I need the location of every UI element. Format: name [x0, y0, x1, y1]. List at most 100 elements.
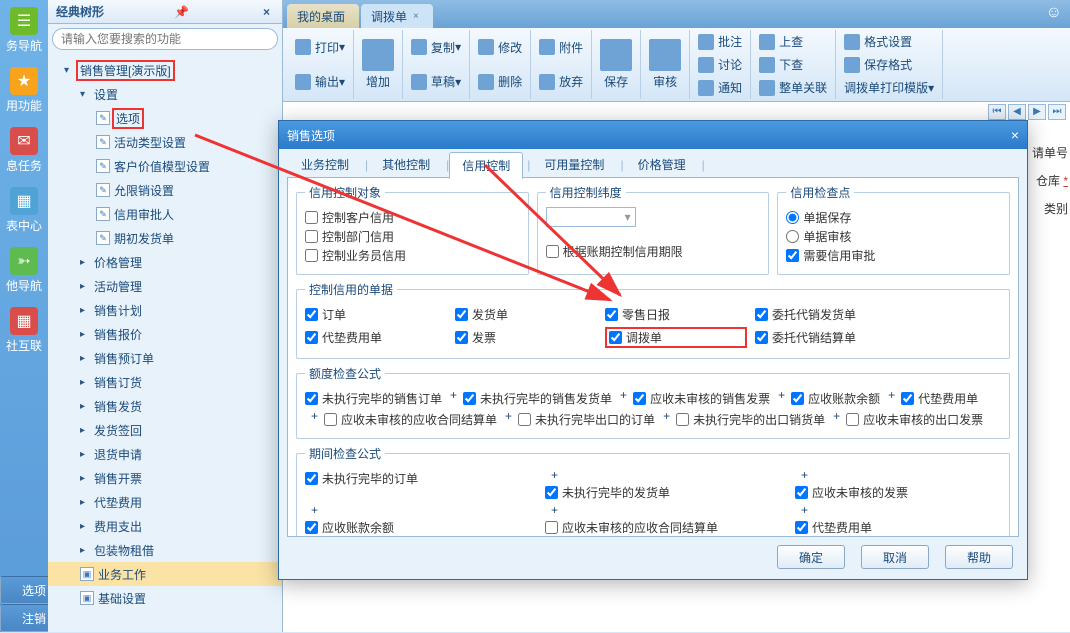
nav-item[interactable]: ➳他导航 [0, 240, 48, 300]
chk-retail[interactable]: 零售日报 [605, 306, 747, 323]
chk-q-c[interactable]: 应收未审核的销售发票 [633, 390, 770, 407]
prev-icon[interactable]: ◀ [1008, 104, 1026, 120]
delete-button[interactable]: 删除 [474, 71, 526, 92]
chk-q-f[interactable]: 应收未审核的应收合同结算单 [324, 411, 497, 428]
dtab-avail[interactable]: 可用量控制 [532, 152, 616, 177]
chk-invoice[interactable]: 发票 [455, 327, 597, 348]
ok-button[interactable]: 确定 [777, 545, 845, 569]
abandon-button[interactable]: 放弃 [535, 71, 587, 92]
upq-button[interactable]: 上查 [755, 31, 831, 52]
tree-item[interactable]: ✎期初发货单 [48, 226, 282, 250]
help-button[interactable]: 帮助 [945, 545, 1013, 569]
tree-item[interactable]: ✎活动类型设置 [48, 130, 282, 154]
chk-order[interactable]: 订单 [305, 306, 447, 323]
chk-p-a[interactable]: 未执行完毕的订单 [305, 470, 543, 487]
tree-group[interactable]: ▸代垫费用 [48, 490, 282, 514]
nav-item[interactable]: ▦社互联 [0, 300, 48, 360]
nav-item[interactable]: ★用功能 [0, 60, 48, 120]
chk-p-e[interactable]: 应收未审核的应收合同结算单 [545, 519, 793, 536]
tree-group[interactable]: ▸活动管理 [48, 274, 282, 298]
chk-dept-credit[interactable]: 控制部门信用 [305, 228, 512, 245]
output-button[interactable]: 输出 ▾ [291, 71, 349, 92]
chk-q-d[interactable]: 应收账款余额 [791, 390, 880, 407]
nav-item[interactable]: ▦表中心 [0, 180, 48, 240]
chk-p-c[interactable]: 应收未审核的发票 [795, 484, 999, 501]
tree-option[interactable]: ✎选项 [48, 106, 282, 130]
nav-item[interactable]: ☰务导航 [0, 0, 48, 60]
next-icon[interactable]: ▶ [1028, 104, 1046, 120]
tab-transfer[interactable]: 调拨单× [361, 4, 433, 28]
draft-button[interactable]: 草稿 ▾ [407, 71, 465, 92]
chk-q-g[interactable]: 未执行完毕出口的订单 [518, 411, 655, 428]
dim-dropdown[interactable]: ▾ [546, 207, 636, 227]
chk-q-h[interactable]: 未执行完毕的出口销货单 [676, 411, 825, 428]
close-icon[interactable]: × [259, 5, 274, 19]
tpl-button[interactable]: 调拨单打印模版 ▾ [840, 77, 938, 98]
dtab-price[interactable]: 价格管理 [626, 152, 698, 177]
chk-period[interactable]: 根据账期控制信用期限 [546, 243, 753, 260]
tree-group[interactable]: ▸包装物租借 [48, 538, 282, 562]
fmt-button[interactable]: 格式设置 [840, 31, 938, 52]
tab-desktop[interactable]: 我的桌面 [287, 4, 359, 28]
tree-group[interactable]: ▸销售订货 [48, 370, 282, 394]
dialog-title-bar[interactable]: 销售选项 × [279, 121, 1027, 149]
chk-q-e[interactable]: 代垫费用单 [901, 390, 978, 407]
tree-item[interactable]: ✎允限销设置 [48, 178, 282, 202]
tree-item[interactable]: ✎信用审批人 [48, 202, 282, 226]
tree-group[interactable]: ▸费用支出 [48, 514, 282, 538]
add-button[interactable]: 增加 [358, 37, 398, 92]
copy-button[interactable]: 复制 ▾ [407, 37, 465, 58]
close-icon[interactable]: × [413, 11, 419, 22]
dtab-credit[interactable]: 信用控制 [449, 152, 523, 179]
chk-p-d[interactable]: 应收账款余额 [305, 519, 543, 536]
dtab-biz[interactable]: 业务控制 [289, 152, 361, 177]
tree-group[interactable]: ▸退货申请 [48, 442, 282, 466]
audit-button[interactable]: 审核 [645, 37, 685, 92]
tree-settings[interactable]: ▾设置 [48, 82, 282, 106]
chk-emp-credit[interactable]: 控制业务员信用 [305, 247, 512, 264]
chk-q-b[interactable]: 未执行完毕的销售发货单 [463, 390, 612, 407]
tree-item[interactable]: ✎客户价值模型设置 [48, 154, 282, 178]
chk-q-a[interactable]: 未执行完毕的销售订单 [305, 390, 442, 407]
first-icon[interactable]: ⏮ [988, 104, 1006, 120]
smiley-icon[interactable]: ☺ [1046, 4, 1062, 22]
chk-transfer[interactable]: 调拨单 [605, 327, 747, 348]
last-icon[interactable]: ⏭ [1048, 104, 1066, 120]
chk-consign-settle[interactable]: 委托代销结算单 [755, 327, 993, 348]
chk-delivery[interactable]: 发货单 [455, 306, 597, 323]
save-button[interactable]: 保存 [596, 37, 636, 92]
downq-button[interactable]: 下查 [755, 54, 831, 75]
print-button[interactable]: 打印 ▾ [291, 37, 349, 58]
rad-audit[interactable]: 单据审核 [786, 228, 993, 245]
tree-group[interactable]: ▸价格管理 [48, 250, 282, 274]
batch-button[interactable]: 批注 [694, 31, 746, 52]
tree-group[interactable]: ▸销售预订单 [48, 346, 282, 370]
chk-p-b[interactable]: 未执行完毕的发货单 [545, 484, 793, 501]
tree-base[interactable]: ▣基础设置 [48, 586, 282, 610]
attach-button[interactable]: 附件 [535, 37, 587, 58]
savefmt-button[interactable]: 保存格式 [840, 54, 938, 75]
chk-need-approve[interactable]: 需要信用审批 [786, 247, 993, 264]
cancel-button[interactable]: 取消 [861, 545, 929, 569]
chk-advance[interactable]: 代垫费用单 [305, 327, 447, 348]
rad-save[interactable]: 单据保存 [786, 209, 993, 226]
tree-group[interactable]: ▸销售计划 [48, 298, 282, 322]
search-input[interactable] [52, 28, 278, 50]
tree-group[interactable]: ▸发货签回 [48, 418, 282, 442]
nav-item[interactable]: ✉息任务 [0, 120, 48, 180]
tree-root[interactable]: ▾销售管理[演示版] [48, 58, 282, 82]
tree-group[interactable]: ▸销售报价 [48, 322, 282, 346]
rel-button[interactable]: 整单关联 [755, 77, 831, 98]
discuss-button[interactable]: 讨论 [694, 54, 746, 75]
chk-consign[interactable]: 委托代销发货单 [755, 306, 993, 323]
chk-cust-credit[interactable]: 控制客户信用 [305, 209, 512, 226]
notify-button[interactable]: 通知 [694, 77, 746, 98]
modify-button[interactable]: 修改 [474, 37, 526, 58]
dtab-other[interactable]: 其他控制 [370, 152, 442, 177]
tree-group[interactable]: ▸销售发货 [48, 394, 282, 418]
close-icon[interactable]: × [1011, 127, 1019, 143]
chk-p-f[interactable]: 代垫费用单 [795, 519, 999, 536]
chk-q-i[interactable]: 应收未审核的出口发票 [846, 411, 983, 428]
pin-icon[interactable]: 📌 [170, 5, 193, 19]
tree-biz[interactable]: ▣业务工作 [48, 562, 282, 586]
